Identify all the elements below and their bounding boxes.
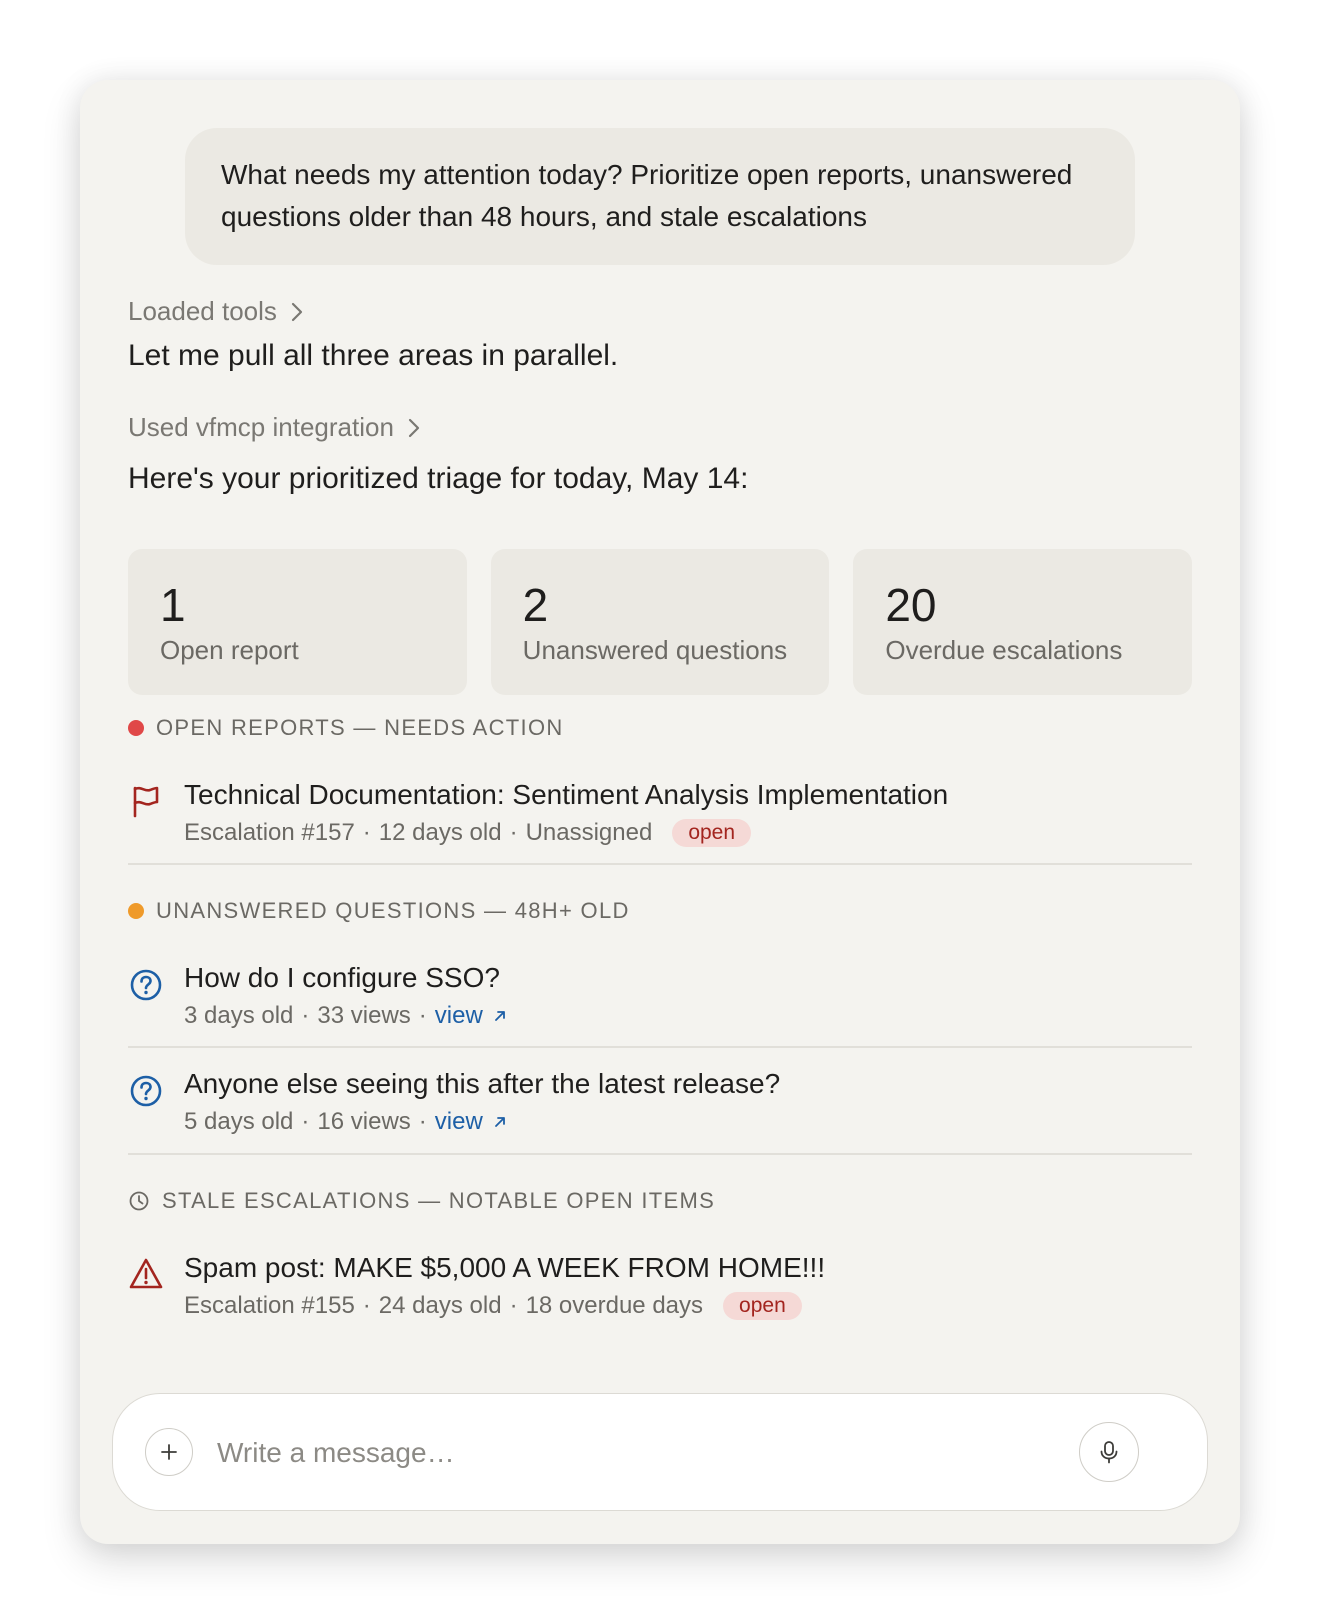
section-heading-open-reports: OPEN REPORTS — NEEDS ACTION [128,715,564,741]
divider [128,1046,1192,1048]
stat-card-open-reports: 1 Open report [128,549,467,695]
clock-icon [128,1190,150,1212]
meta-separator: · [301,1002,310,1029]
list-item-escalation[interactable]: Spam post: MAKE $5,000 A WEEK FROM HOME!… [128,1250,1192,1320]
item-age: 5 days old [184,1108,294,1135]
plus-icon [159,1442,179,1462]
assistant-intro-text: Let me pull all three areas in parallel. [128,339,619,372]
item-views: 16 views [317,1108,411,1135]
stat-label: Overdue escalations [885,635,1123,665]
chevron-right-icon [408,418,420,438]
view-link[interactable]: view [435,1000,507,1032]
section-heading-unanswered: UNANSWERED QUESTIONS — 48H+ OLD [128,898,630,924]
item-title: Technical Documentation: Sentiment Analy… [184,779,949,810]
view-link-text: view [434,1002,483,1029]
item-assignee: Unassigned [525,819,653,846]
section-heading-text: OPEN REPORTS — NEEDS ACTION [156,715,564,740]
item-meta: Escalation #157 · 12 days old · Unassign… [184,817,752,849]
list-item-report[interactable]: Technical Documentation: Sentiment Analy… [128,777,1192,847]
item-title: Anyone else seeing this after the latest… [184,1068,781,1099]
stat-value: 2 [522,579,549,631]
meta-separator: · [362,819,371,846]
section-heading-text: UNANSWERED QUESTIONS — 48H+ OLD [156,898,630,923]
orange-status-dot [128,903,144,919]
meta-separator: · [418,1108,427,1135]
question-circle-icon [128,966,164,1002]
stat-label: Unanswered questions [522,635,788,665]
escalation-id: Escalation #157 [184,819,355,846]
view-link[interactable]: view [435,1106,507,1138]
stat-value: 20 [885,579,937,631]
section-heading-stale: STALE ESCALATIONS — NOTABLE OPEN ITEMS [128,1188,715,1214]
used-integration-toggle[interactable]: Used vfmcp integration [128,412,420,443]
user-message-text: What needs my attention today? Prioritiz… [221,159,1073,232]
item-title: Spam post: MAKE $5,000 A WEEK FROM HOME!… [184,1252,826,1283]
meta-separator: · [301,1108,310,1135]
loaded-tools-toggle[interactable]: Loaded tools [128,296,303,327]
voice-input-button[interactable] [1079,1422,1139,1482]
item-meta: 5 days old · 16 views · view [184,1106,507,1138]
stat-card-unanswered-questions: 2 Unanswered questions [490,549,830,695]
meta-separator: · [362,1292,371,1319]
list-item-question[interactable]: Anyone else seeing this after the latest… [128,1066,1192,1136]
item-title: How do I configure SSO? [184,962,500,993]
meta-separator: · [418,1002,427,1029]
warning-triangle-icon [128,1256,164,1292]
message-input[interactable] [215,1424,1059,1482]
chat-panel: What needs my attention today? Prioritiz… [80,80,1240,1544]
meta-separator: · [509,1292,518,1319]
triage-summary-text: Here's your prioritized triage for today… [128,462,749,495]
list-item-question[interactable]: How do I configure SSO? 3 days old · 33 … [128,960,1192,1030]
view-link-text: view [434,1108,483,1135]
item-age: 24 days old [378,1292,502,1319]
status-badge: open [672,819,752,847]
divider [128,863,1192,865]
question-circle-icon [128,1072,164,1108]
stat-value: 1 [160,579,186,631]
used-integration-label: Used vfmcp integration [128,412,394,442]
user-message-bubble: What needs my attention today? Prioritiz… [185,128,1135,265]
item-age: 12 days old [378,819,502,846]
item-meta: Escalation #155 · 24 days old · 18 overd… [184,1290,802,1322]
flag-icon [128,783,164,819]
stat-label: Open report [160,635,299,665]
red-status-dot [128,720,144,736]
item-meta: 3 days old · 33 views · view [184,1000,507,1032]
external-arrow-icon [493,1009,507,1023]
chevron-right-icon [291,302,303,322]
message-composer [112,1393,1208,1511]
microphone-icon [1096,1439,1122,1465]
external-arrow-icon [493,1115,507,1129]
attach-button[interactable] [145,1428,193,1476]
loaded-tools-label: Loaded tools [128,296,277,326]
item-age: 3 days old [184,1002,294,1029]
stats-row: 1 Open report 2 Unanswered questions 20 … [128,549,1193,695]
item-views: 33 views [317,1002,411,1029]
item-overdue: 18 overdue days [525,1292,704,1319]
status-badge: open [723,1292,802,1320]
section-heading-text: STALE ESCALATIONS — NOTABLE OPEN ITEMS [162,1188,716,1213]
divider [128,1153,1192,1155]
stat-card-overdue-escalations: 20 Overdue escalations [853,549,1193,695]
meta-separator: · [509,819,518,846]
escalation-id: Escalation #155 [184,1292,355,1319]
